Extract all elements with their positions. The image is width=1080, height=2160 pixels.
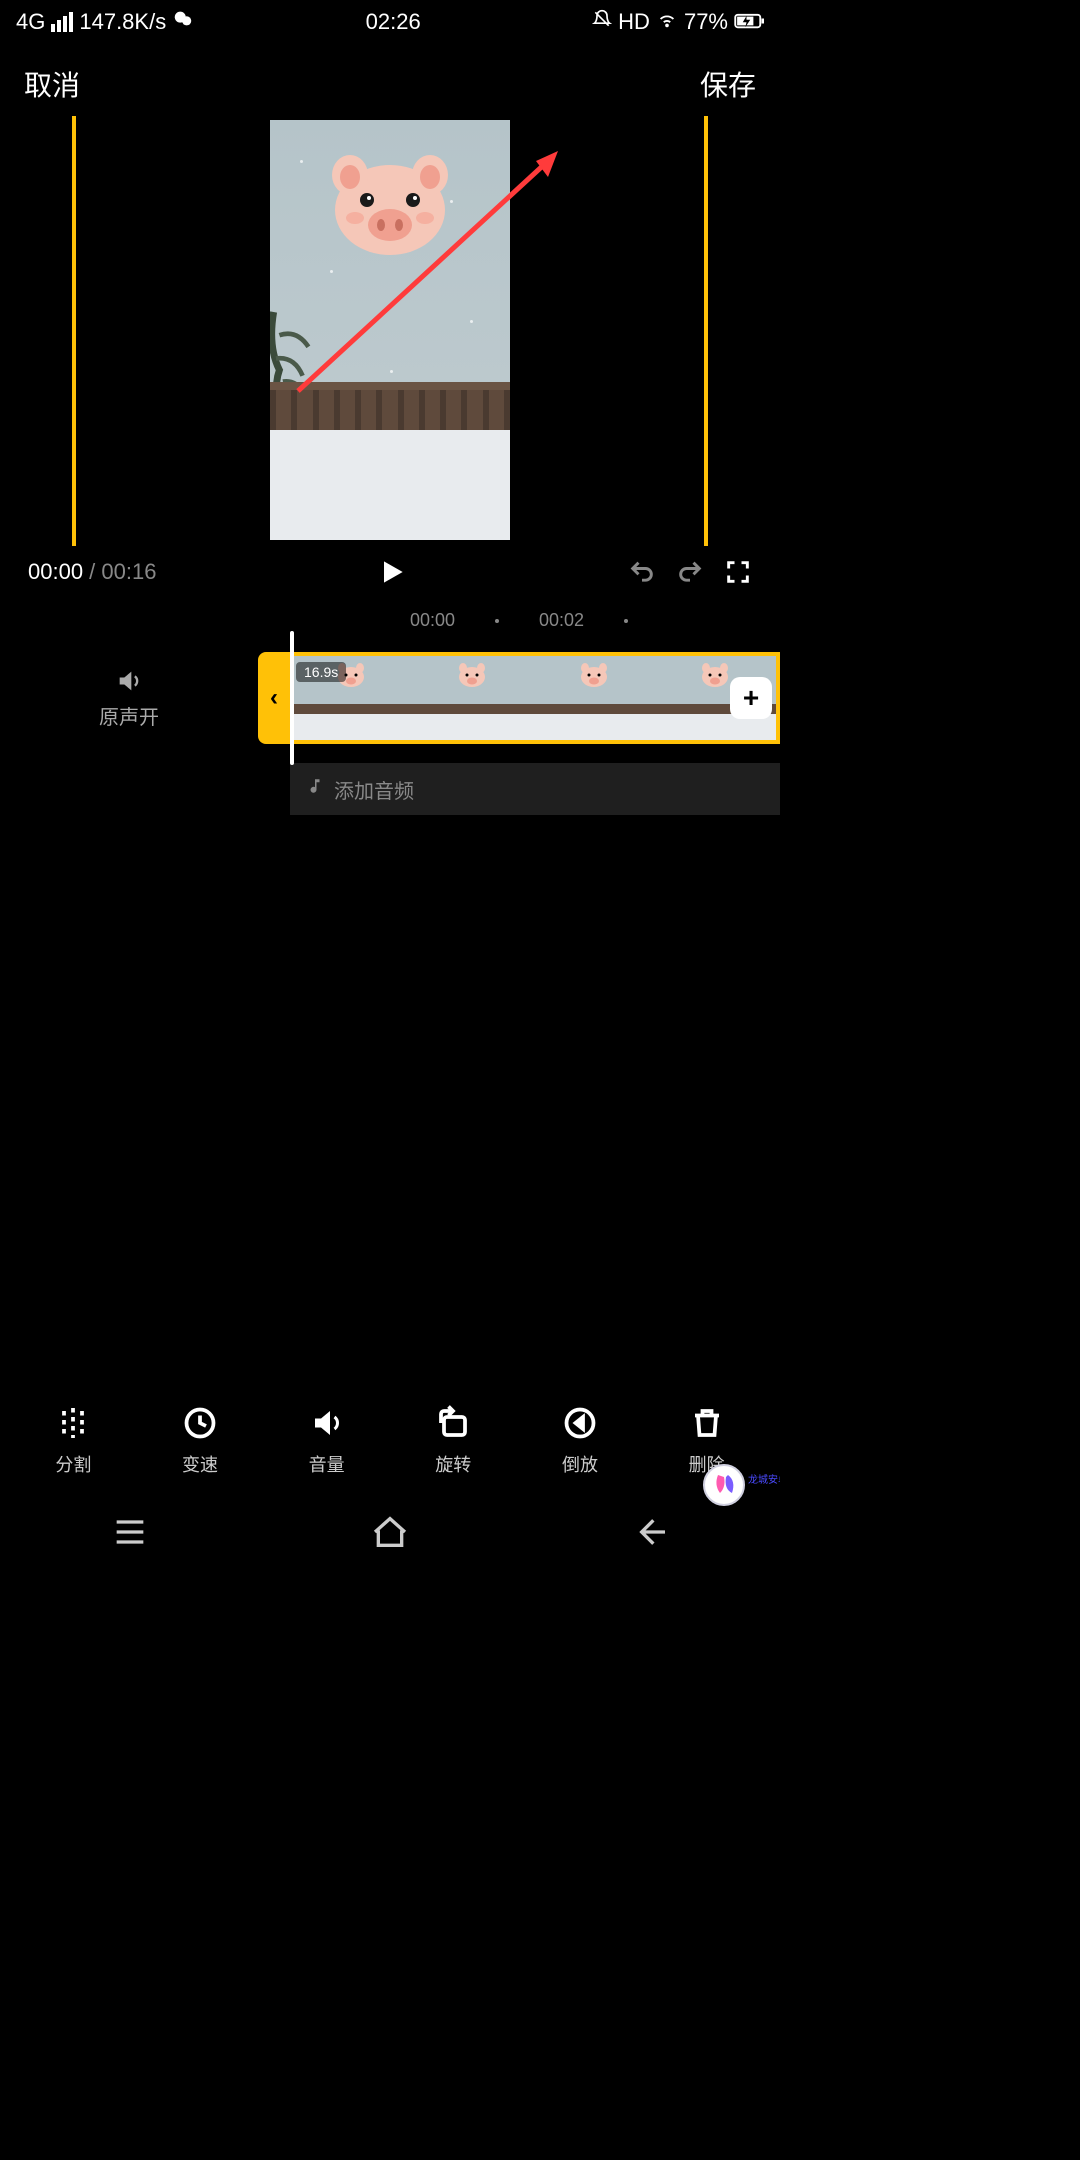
ruler-dot [624, 619, 628, 623]
trim-handle-right[interactable] [704, 116, 708, 546]
trash-icon [689, 1405, 725, 1441]
player-controls: 00:00 / 00:16 [0, 546, 780, 598]
speed-icon [182, 1405, 218, 1441]
network-speed: 147.8K/s [79, 9, 166, 35]
play-button[interactable] [376, 556, 408, 588]
system-nav-bar [0, 1503, 780, 1561]
menu-button[interactable] [110, 1512, 150, 1552]
add-audio-button[interactable]: 添加音频 [290, 763, 780, 815]
status-bar: 4G 147.8K/s 02:26 HD 77% [0, 0, 780, 44]
wifi-icon [656, 8, 678, 36]
tool-label: 旋转 [435, 1451, 471, 1477]
clip-strip[interactable]: 16.9s [290, 652, 780, 744]
tool-split[interactable]: 分割 [55, 1405, 91, 1477]
tool-label: 倒放 [562, 1451, 598, 1477]
current-time: 00:00 [28, 559, 83, 584]
tool-label: 变速 [182, 1451, 218, 1477]
tool-volume[interactable]: 音量 [309, 1405, 345, 1477]
time-mark-1: 00:02 [539, 610, 584, 631]
back-button[interactable] [630, 1512, 670, 1552]
clip-thumbnail [412, 656, 534, 740]
status-time: 02:26 [366, 9, 421, 35]
time-display: 00:00 / 00:16 [28, 559, 156, 585]
music-note-icon [306, 777, 324, 801]
wechat-icon [172, 8, 194, 36]
reverse-icon [562, 1405, 598, 1441]
tool-rotate[interactable]: 旋转 [435, 1405, 471, 1477]
add-clip-button[interactable]: + [730, 677, 772, 719]
edit-toolbar: 分割 变速 音量 旋转 倒放 删除 [0, 1385, 780, 1497]
sound-label: 原声开 [99, 701, 159, 730]
split-icon [55, 1405, 91, 1441]
tool-label: 分割 [55, 1451, 91, 1477]
playhead[interactable] [290, 631, 294, 765]
battery-percent: 77% [684, 9, 728, 35]
timeline-ruler: 00:00 00:02 [0, 598, 780, 643]
tool-label: 音量 [309, 1451, 345, 1477]
tool-speed[interactable]: 变速 [182, 1405, 218, 1477]
signal-icon [51, 12, 73, 32]
home-button[interactable] [370, 1512, 410, 1552]
total-time: 00:16 [101, 559, 156, 584]
clip-duration-badge: 16.9s [296, 662, 346, 682]
status-right: HD 77% [592, 8, 764, 36]
status-left: 4G 147.8K/s [16, 8, 194, 36]
speaker-icon [115, 667, 143, 695]
undo-button[interactable] [628, 558, 656, 586]
video-preview[interactable] [270, 120, 510, 540]
original-sound-toggle[interactable]: 原声开 [0, 667, 258, 730]
dnd-icon [592, 9, 612, 35]
pig-sticker [325, 150, 455, 260]
trim-handle-left[interactable] [72, 116, 76, 546]
timeline[interactable]: 原声开 ‹ 16.9s + [0, 643, 780, 753]
preview-area [0, 116, 780, 546]
clip-thumbnail [533, 656, 655, 740]
save-button[interactable]: 保存 [700, 64, 756, 104]
fullscreen-button[interactable] [724, 558, 752, 586]
svg-text:龙城安卓网: 龙城安卓网 [748, 1473, 780, 1486]
rotate-icon [435, 1405, 471, 1441]
charging-icon [734, 9, 764, 35]
tool-reverse[interactable]: 倒放 [562, 1405, 598, 1477]
clip-handle-left[interactable]: ‹ [258, 652, 290, 744]
hd-label: HD [618, 9, 650, 35]
volume-icon [309, 1405, 345, 1441]
ruler-dot [495, 619, 499, 623]
watermark: 龙城安卓网 [702, 1457, 780, 1513]
redo-button[interactable] [676, 558, 704, 586]
cancel-button[interactable]: 取消 [24, 64, 80, 104]
top-nav: 取消 保存 [0, 44, 780, 116]
time-mark-0: 00:00 [410, 610, 455, 631]
network-type: 4G [16, 9, 45, 35]
add-audio-label: 添加音频 [334, 775, 414, 804]
